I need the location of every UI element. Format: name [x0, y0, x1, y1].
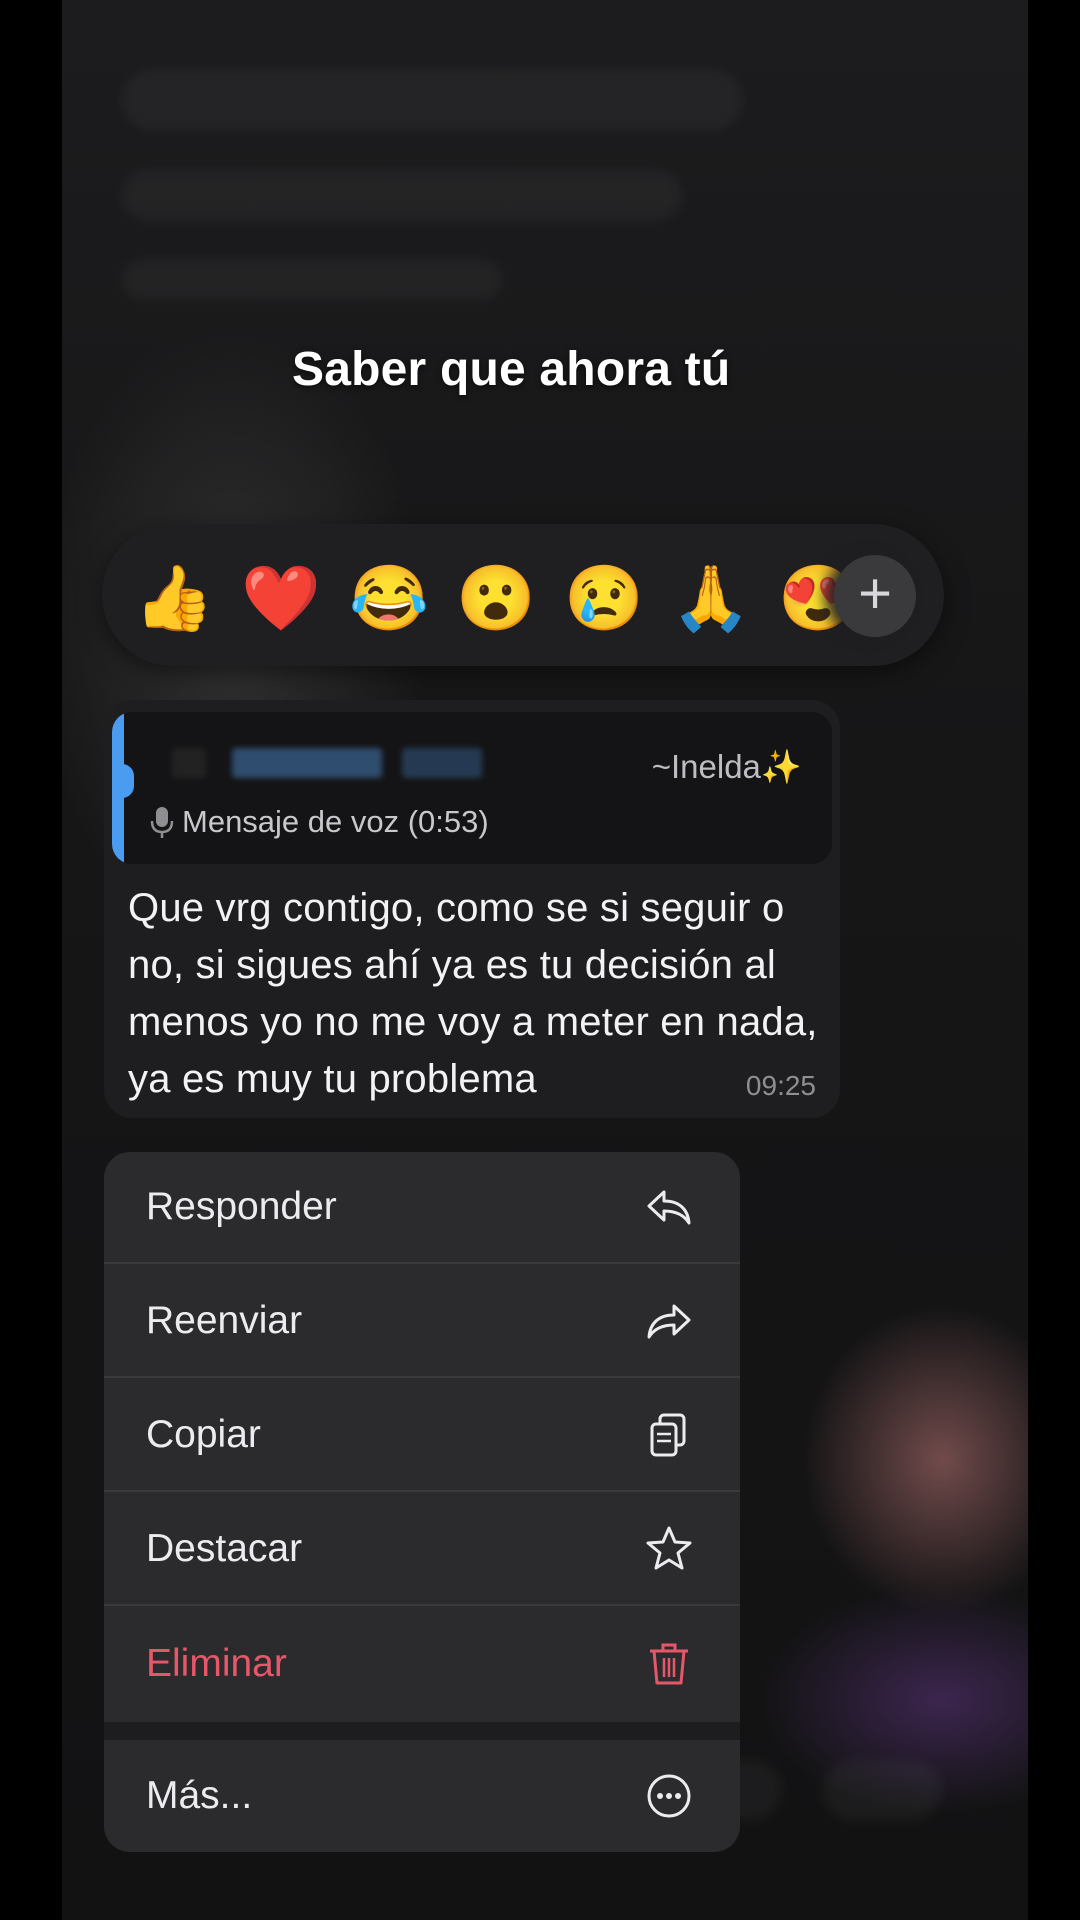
redacted-name	[232, 748, 382, 778]
plus-icon[interactable]: +	[834, 555, 916, 637]
story-caption: Saber que ahora tú	[292, 343, 731, 396]
quote-accent-dot	[112, 764, 134, 798]
menu-item-copiar[interactable]: Copiar	[104, 1380, 740, 1492]
reaction-tears-of-joy[interactable]: 😂	[349, 558, 429, 638]
redacted-name	[172, 748, 206, 778]
more-icon	[647, 1774, 691, 1818]
quote-preview: Mensaje de voz (0:53)	[150, 804, 489, 840]
copy-icon	[650, 1413, 686, 1457]
menu-item-mas[interactable]: Más...	[104, 1740, 740, 1852]
menu-item-destacar[interactable]: Destacar	[104, 1494, 740, 1606]
reaction-red-heart[interactable]: ❤️	[241, 558, 321, 638]
menu-item-label: Responder	[146, 1185, 337, 1228]
reaction-thumbs-up[interactable]: 👍	[134, 558, 214, 638]
reaction-crying-face[interactable]: 😢	[564, 558, 644, 638]
forward-icon	[647, 1304, 691, 1339]
redacted-name	[402, 748, 482, 778]
menu-item-eliminar[interactable]: Eliminar	[104, 1608, 740, 1720]
star-icon	[646, 1526, 692, 1570]
menu-item-label: Copiar	[146, 1413, 261, 1456]
microphone-icon	[150, 807, 174, 838]
menu-item-label: Reenviar	[146, 1299, 303, 1342]
message-bubble[interactable]: ~Inelda✨ Mensaje de voz (0:53) Que vrg c…	[104, 700, 840, 1118]
reply-icon	[647, 1190, 691, 1225]
menu-item-label: Destacar	[146, 1527, 303, 1570]
menu-item-responder[interactable]: Responder	[104, 1152, 740, 1264]
context-menu: Responder Reenviar Copiar Destacar Elimi…	[104, 1152, 740, 1852]
menu-item-reenviar[interactable]: Reenviar	[104, 1266, 740, 1378]
quoted-message[interactable]: ~Inelda✨ Mensaje de voz (0:53)	[112, 712, 832, 864]
menu-item-label: Más...	[146, 1774, 253, 1817]
quote-preview-text: Mensaje de voz (0:53)	[182, 804, 489, 839]
menu-item-label: Eliminar	[146, 1642, 287, 1685]
quote-author: ~Inelda✨	[651, 748, 802, 785]
reaction-bar: 👍 ❤️ 😂 😮 😢 🙏 😍 +	[102, 524, 944, 666]
trash-icon	[650, 1643, 688, 1685]
message-timestamp: 09:25	[745, 1070, 816, 1101]
message-text: Que vrg contigo, como se si seguir o no,…	[128, 886, 818, 1101]
reaction-folded-hands[interactable]: 🙏	[671, 558, 751, 638]
menu-divider	[104, 1722, 740, 1740]
reaction-surprised-face[interactable]: 😮	[456, 558, 536, 638]
